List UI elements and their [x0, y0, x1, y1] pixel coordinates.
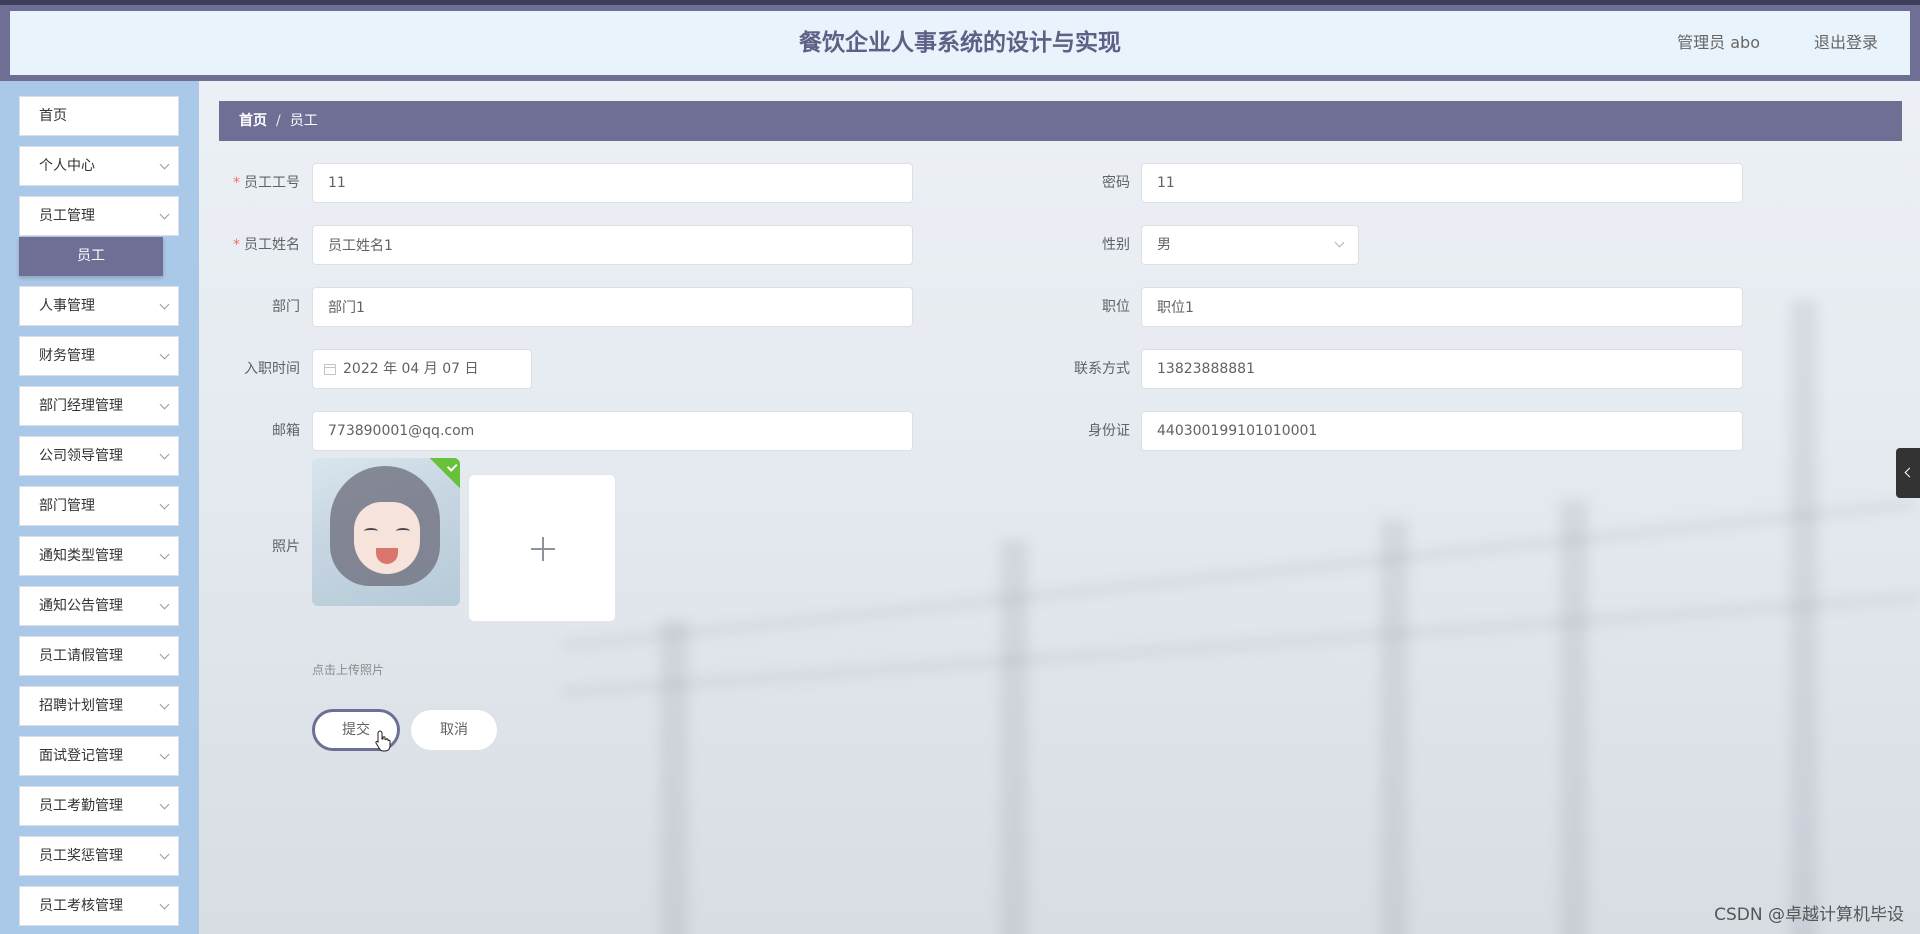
- chevron-down-icon: [159, 349, 170, 360]
- employee-name-label: * 员工姓名: [233, 237, 300, 253]
- sidebar-item-reward-punish-management[interactable]: 员工奖惩管理: [19, 836, 179, 876]
- sidebar-item-label: 招聘计划管理: [39, 698, 123, 714]
- sidebar-item-label: 个人中心: [39, 158, 95, 174]
- password-label: 密码: [1102, 175, 1130, 191]
- sidebar-item-label: 面试登记管理: [39, 748, 123, 764]
- upload-success-icon: [428, 458, 460, 490]
- collapse-panel-toggle[interactable]: [1896, 448, 1920, 498]
- position-label: 职位: [1102, 299, 1130, 315]
- sidebar-item-label: 人事管理: [39, 298, 95, 314]
- email-label: 邮箱: [272, 423, 300, 439]
- sidebar-item-label: 部门管理: [39, 498, 95, 514]
- id-card-input[interactable]: [1141, 411, 1743, 451]
- breadcrumb: 首页 / 员工: [219, 101, 1902, 141]
- cancel-button[interactable]: 取消: [410, 709, 498, 751]
- sidebar-item-notice-type-management[interactable]: 通知类型管理: [19, 536, 179, 576]
- chevron-down-icon: [159, 799, 170, 810]
- department-input[interactable]: [312, 287, 913, 327]
- chevron-down-icon: [159, 159, 170, 170]
- chevron-down-icon: [159, 499, 170, 510]
- sidebar-item-label: 公司领导管理: [39, 448, 123, 464]
- hire-date-label: 入职时间: [244, 361, 300, 377]
- sidebar-item-recruit-plan-management[interactable]: 招聘计划管理: [19, 686, 179, 726]
- uploaded-photo[interactable]: [312, 458, 460, 606]
- breadcrumb-current: 员工: [289, 113, 318, 129]
- chevron-down-icon: [159, 399, 170, 410]
- id-card-label: 身份证: [1088, 423, 1130, 439]
- sidebar-item-attendance-management[interactable]: 员工考勤管理: [19, 786, 179, 826]
- sidebar-item-label: 员工考核管理: [39, 898, 123, 914]
- breadcrumb-separator: /: [276, 113, 281, 129]
- chevron-down-icon: [159, 549, 170, 560]
- hand-cursor-icon: [375, 730, 391, 752]
- upload-tip: 点击上传照片: [312, 663, 385, 677]
- email-input[interactable]: [312, 411, 913, 451]
- top-strip: [0, 0, 1920, 5]
- sidebar-item-company-leader-management[interactable]: 公司领导管理: [19, 436, 179, 476]
- header-panel: 餐饮企业人事系统的设计与实现 管理员 abo 退出登录: [10, 11, 1910, 75]
- sidebar-item-finance-management[interactable]: 财务管理: [19, 336, 179, 376]
- chevron-down-icon: [159, 649, 170, 660]
- current-user: 管理员 abo: [1677, 33, 1760, 52]
- gender-select[interactable]: 男: [1141, 225, 1359, 265]
- sidebar-item-label: 通知类型管理: [39, 548, 123, 564]
- sidebar-item-label: 员工考勤管理: [39, 798, 123, 814]
- sidebar-item-label: 财务管理: [39, 348, 95, 364]
- calendar-icon: [324, 364, 336, 375]
- sidebar-item-label: 员工请假管理: [39, 648, 123, 664]
- sidebar-item-employee-management[interactable]: 员工管理: [19, 196, 179, 236]
- sidebar-item-department-management[interactable]: 部门管理: [19, 486, 179, 526]
- watermark: CSDN @卓越计算机毕设: [1714, 905, 1904, 925]
- sidebar-item-notice-management[interactable]: 通知公告管理: [19, 586, 179, 626]
- sidebar-item-interview-management[interactable]: 面试登记管理: [19, 736, 179, 776]
- chevron-down-icon: [159, 599, 170, 610]
- gender-select-value: 男: [1157, 237, 1171, 253]
- contact-label: 联系方式: [1074, 361, 1130, 377]
- sidebar-item-label: 首页: [39, 108, 67, 124]
- employee-name-input[interactable]: [312, 225, 913, 265]
- sidebar-item-hr-management[interactable]: 人事管理: [19, 286, 179, 326]
- department-label: 部门: [272, 299, 300, 315]
- sidebar: 首页 个人中心 员工管理 员工 人事管理 财务管理 部门经理管理 公司领导管理 …: [0, 81, 199, 934]
- chevron-down-icon: [159, 449, 170, 460]
- sidebar-item-label: 员工奖惩管理: [39, 848, 123, 864]
- sidebar-item-label: 员工管理: [39, 208, 95, 224]
- employee-no-input[interactable]: [312, 163, 913, 203]
- chevron-down-icon: [159, 699, 170, 710]
- employee-no-label: * 员工工号: [233, 175, 300, 191]
- photo-upload-button[interactable]: [468, 474, 616, 622]
- sidebar-item-label: 部门经理管理: [39, 398, 123, 414]
- gender-label: 性别: [1102, 237, 1130, 253]
- sidebar-item-personal-center[interactable]: 个人中心: [19, 146, 179, 186]
- logout-button[interactable]: 退出登录: [1814, 11, 1878, 75]
- photo-label: 照片: [272, 539, 300, 555]
- app-title: 餐饮企业人事系统的设计与实现: [799, 30, 1121, 56]
- contact-input[interactable]: [1141, 349, 1743, 389]
- hire-date-picker[interactable]: 2022 年 04 月 07 日: [312, 349, 532, 389]
- chevron-down-icon: [159, 749, 170, 760]
- sidebar-item-assessment-management[interactable]: 员工考核管理: [19, 886, 179, 926]
- chevron-down-icon: [159, 209, 170, 220]
- chevron-down-icon: [159, 849, 170, 860]
- sidebar-item-leave-management[interactable]: 员工请假管理: [19, 636, 179, 676]
- sidebar-subitem-employee[interactable]: 员工: [19, 237, 163, 276]
- password-input[interactable]: [1141, 163, 1743, 203]
- chevron-down-icon: [159, 299, 170, 310]
- position-input[interactable]: [1141, 287, 1743, 327]
- breadcrumb-home[interactable]: 首页: [239, 113, 267, 129]
- sidebar-item-label: 通知公告管理: [39, 598, 123, 614]
- chevron-down-icon: [159, 899, 170, 910]
- hire-date-value: 2022 年 04 月 07 日: [343, 361, 479, 377]
- app-header: 餐饮企业人事系统的设计与实现 管理员 abo 退出登录: [0, 5, 1920, 81]
- sidebar-item-home[interactable]: 首页: [19, 96, 179, 136]
- sidebar-item-dept-manager-management[interactable]: 部门经理管理: [19, 386, 179, 426]
